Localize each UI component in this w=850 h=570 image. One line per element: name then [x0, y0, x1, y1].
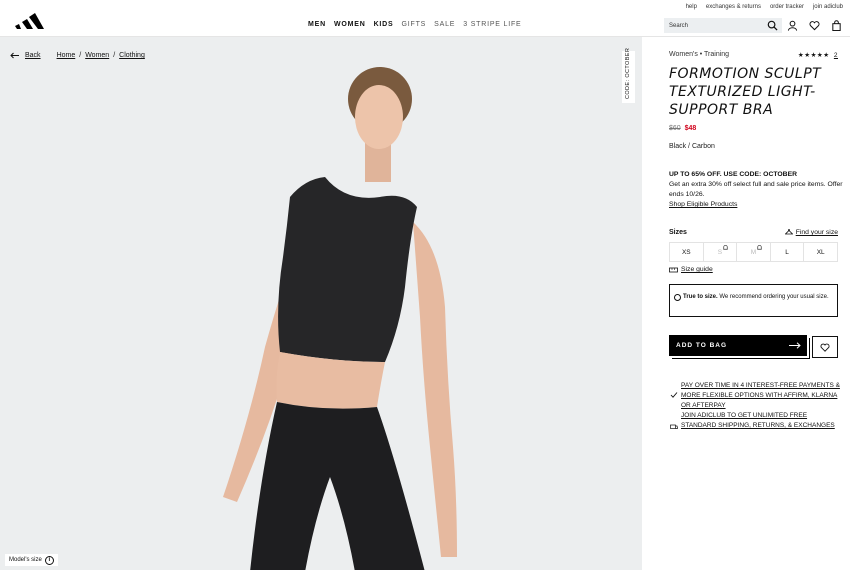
size-option-m[interactable]: M	[737, 243, 771, 261]
hanger-icon	[784, 229, 793, 235]
product-category: Women's • Training	[669, 51, 730, 58]
product-image-pane: Back Home / Women / Clothing CODE: OCTOB…	[0, 37, 642, 570]
promo-block: UP TO 65% OFF. USE CODE: OCTOBER Get an …	[669, 170, 844, 210]
exchanges-returns-link[interactable]: exchanges & returns	[706, 4, 761, 10]
account-icon[interactable]	[787, 20, 798, 31]
nav-kids[interactable]: KIDS	[374, 21, 394, 28]
promo-headline: UP TO 65% OFF. USE CODE: OCTOBER	[669, 171, 798, 178]
sizes-label: Sizes	[669, 229, 687, 236]
notify-icon	[723, 245, 728, 250]
promo-text: Get an extra 30% off select full and sal…	[669, 181, 843, 198]
breadcrumb-separator: /	[113, 52, 116, 59]
size-option-xl[interactable]: XL	[804, 243, 838, 261]
find-your-size[interactable]: Find your size	[784, 229, 838, 236]
checkmark-icon	[670, 392, 678, 398]
true-to-size-bold: True to size.	[683, 294, 718, 300]
product-photo	[223, 67, 457, 570]
product-color: Black / Carbon	[669, 143, 715, 150]
rating[interactable]: ★★★★★ 2	[798, 51, 838, 59]
promo-code-badge: CODE: OCTOBER	[622, 47, 635, 103]
nav-men[interactable]: MEN	[308, 21, 326, 28]
delivery-icon	[670, 424, 678, 429]
sale-price: $48	[684, 125, 697, 132]
search-icon[interactable]	[767, 20, 778, 31]
size-option-s[interactable]: S	[704, 243, 738, 261]
info-icon: i	[44, 555, 54, 565]
nav-gifts[interactable]: GIFTS	[402, 21, 427, 28]
size-info-icon	[674, 294, 681, 301]
adiclub-shipping-link[interactable]: JOIN ADICLUB TO GET UNLIMITED FREE STAND…	[681, 411, 841, 431]
nav-sale[interactable]: SALE	[434, 21, 455, 28]
shop-eligible-link[interactable]: Shop Eligible Products	[669, 200, 844, 210]
breadcrumb-separator: /	[79, 52, 82, 59]
help-link[interactable]: help	[686, 4, 697, 10]
arrow-right-icon	[789, 342, 801, 349]
true-to-size-text: We recommend ordering your usual size.	[717, 294, 829, 300]
size-guide-link: Size guide	[681, 266, 713, 273]
size-selector: XS S M L XL	[669, 242, 838, 262]
nav-women[interactable]: WOMEN	[334, 21, 366, 28]
join-adiclub-link[interactable]: join adiclub	[813, 4, 843, 10]
size-option-l[interactable]: L	[771, 243, 805, 261]
wishlist-icon[interactable]	[809, 20, 820, 31]
product-details-panel: Women's • Training ★★★★★ 2 FORMOTION SCU…	[643, 37, 850, 570]
back-link[interactable]: Back	[25, 52, 41, 59]
add-to-wishlist-button[interactable]	[812, 336, 838, 358]
add-to-bag-button[interactable]: ADD TO BAG	[669, 335, 807, 356]
adidas-logo[interactable]	[14, 12, 44, 30]
heart-icon	[820, 343, 830, 352]
price: $60 $48	[669, 125, 696, 132]
bag-icon[interactable]	[831, 20, 842, 31]
review-count[interactable]: 2	[834, 52, 838, 59]
original-price: $60	[669, 125, 681, 132]
size-guide[interactable]: Size guide	[669, 266, 713, 273]
promo-code-text: CODE: OCTOBER	[625, 47, 631, 99]
utility-links: help exchanges & returns order tracker j…	[686, 4, 843, 10]
top-header: help exchanges & returns order tracker j…	[0, 0, 850, 37]
notify-icon	[757, 245, 762, 250]
search-placeholder: Search	[669, 22, 689, 29]
model-size-tag[interactable]: Model's size i	[5, 554, 58, 566]
nav-3-stripe-life[interactable]: 3 STRIPE LIFE	[463, 21, 521, 28]
model-size-label: Model's size	[9, 557, 42, 563]
product-title: FORMOTION SCULPT TEXTURIZED LIGHT-SUPPOR…	[669, 66, 822, 118]
search-input[interactable]: Search	[664, 18, 782, 33]
star-rating-icon: ★★★★★	[797, 52, 830, 59]
breadcrumb-clothing[interactable]: Clothing	[119, 52, 145, 59]
size-option-xs[interactable]: XS	[669, 243, 704, 261]
pay-over-time-link[interactable]: PAY OVER TIME IN 4 INTEREST-FREE PAYMENT…	[681, 381, 841, 411]
ruler-icon	[669, 267, 678, 272]
order-tracker-link[interactable]: order tracker	[770, 4, 804, 10]
find-your-size-link: Find your size	[795, 229, 838, 236]
main-nav: MEN WOMEN KIDS GIFTS SALE 3 STRIPE LIFE	[308, 21, 522, 28]
breadcrumb-women[interactable]: Women	[85, 52, 109, 59]
breadcrumb-home[interactable]: Home	[57, 52, 76, 59]
add-to-bag-label: ADD TO BAG	[676, 342, 728, 349]
breadcrumb: Back Home / Women / Clothing	[10, 52, 145, 59]
back-arrow-icon[interactable]	[10, 52, 19, 59]
true-to-size-box: True to size. We recommend ordering your…	[669, 284, 838, 317]
